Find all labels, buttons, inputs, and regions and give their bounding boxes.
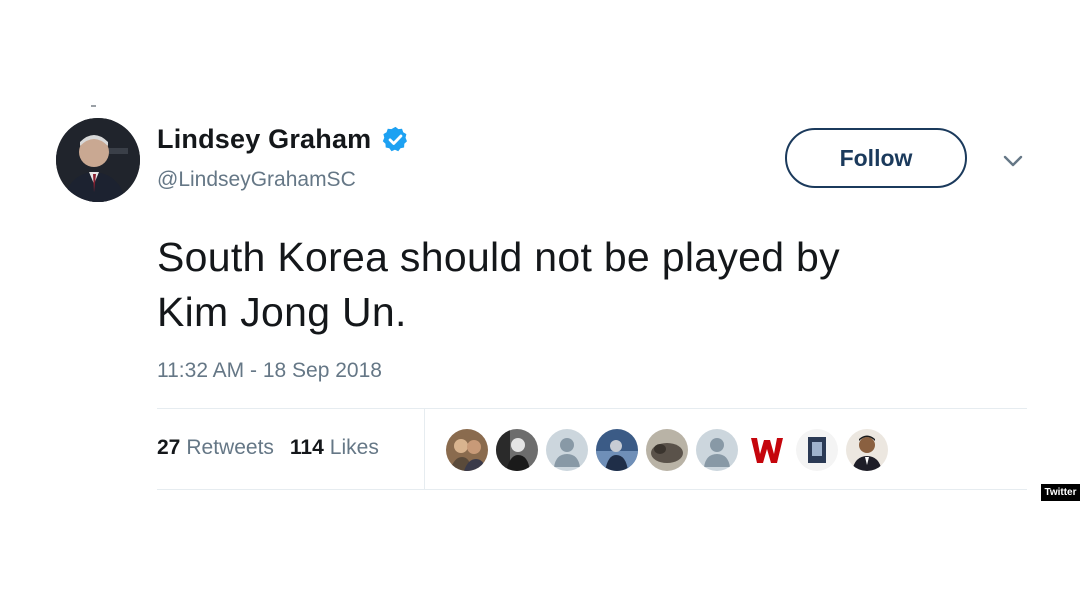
wisconsin-logo-icon <box>746 429 788 471</box>
user-photo-icon <box>796 429 838 471</box>
liker-avatar[interactable] <box>746 429 788 471</box>
liker-avatar[interactable] <box>546 429 588 471</box>
follow-button[interactable]: Follow <box>785 128 967 188</box>
author-name-row: Lindsey Graham <box>157 124 410 155</box>
tweet-timestamp[interactable]: 11:32 AM - 18 Sep 2018 <box>157 359 382 383</box>
author-name[interactable]: Lindsey Graham <box>157 124 371 155</box>
liker-avatar[interactable] <box>496 429 538 471</box>
liker-avatars <box>446 429 896 471</box>
user-photo-icon <box>496 429 538 471</box>
retweets-stat[interactable]: 27 Retweets <box>157 436 274 459</box>
liker-avatar[interactable] <box>696 429 738 471</box>
liker-avatar[interactable] <box>646 429 688 471</box>
divider-top <box>157 408 1027 409</box>
retweets-count: 27 <box>157 436 181 459</box>
verified-badge-icon <box>383 126 408 152</box>
user-photo-icon <box>846 429 888 471</box>
liker-avatar[interactable] <box>796 429 838 471</box>
liker-avatar[interactable] <box>446 429 488 471</box>
user-photo-icon <box>596 429 638 471</box>
tweet-text: South Korea should not be played by Kim … <box>157 230 977 340</box>
default-avatar-icon <box>546 429 588 471</box>
liker-avatar[interactable] <box>846 429 888 471</box>
tweet-stats: 27 Retweets 114 Likes <box>157 436 379 460</box>
user-photo-icon <box>646 429 688 471</box>
stats-divider <box>424 409 425 489</box>
liker-avatar[interactable] <box>596 429 638 471</box>
user-photo-icon <box>446 429 488 471</box>
likes-stat[interactable]: 114 Likes <box>290 436 379 459</box>
source-tag: Twitter <box>1041 484 1080 501</box>
decorative-dot <box>91 105 96 107</box>
chevron-down-icon[interactable] <box>1000 150 1026 172</box>
retweets-label: Retweets <box>186 436 274 459</box>
likes-count: 114 <box>289 436 324 459</box>
tweet-text-line: South Korea should not be played by <box>157 234 840 280</box>
tweet-text-line: Kim Jong Un. <box>157 289 407 335</box>
default-avatar-icon <box>696 429 738 471</box>
tweet-card: Lindsey Graham @LindseyGrahamSC Follow S… <box>0 0 1080 608</box>
divider-bottom <box>157 489 1027 490</box>
author-handle[interactable]: @LindseyGrahamSC <box>157 168 356 192</box>
person-photo-icon <box>56 118 140 202</box>
author-avatar[interactable] <box>56 118 140 202</box>
likes-label: Likes <box>329 436 379 459</box>
